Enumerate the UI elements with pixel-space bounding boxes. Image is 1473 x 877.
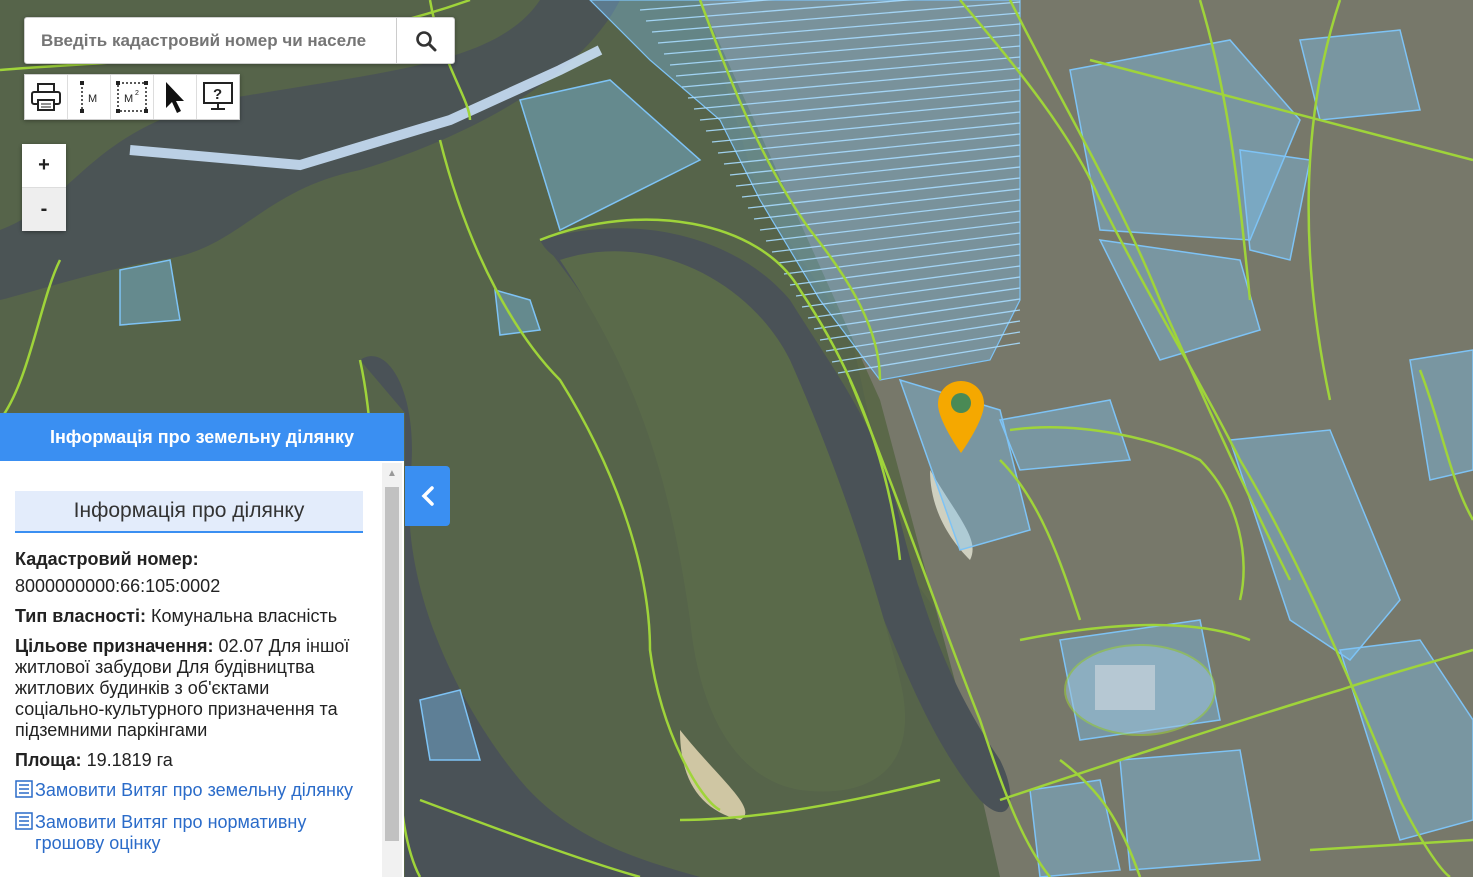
measure-area-sup: 2 bbox=[135, 90, 139, 97]
ruler-line-icon: М bbox=[80, 81, 97, 113]
ownership-value: Комунальна власність bbox=[151, 606, 338, 626]
collapse-panel-button[interactable] bbox=[405, 466, 450, 526]
link2-label: Замовити Витяг про нормативну грошову оц… bbox=[35, 812, 307, 853]
map-marker-icon[interactable] bbox=[936, 379, 986, 455]
cadastral-value: 8000000000:66:105:0002 bbox=[15, 576, 221, 596]
section-header: Інформація про ділянку bbox=[15, 491, 363, 533]
list-icon bbox=[15, 780, 33, 798]
search-bar bbox=[24, 17, 455, 64]
map-toolbar: М М2 ? bbox=[24, 74, 240, 120]
order-parcel-extract-link[interactable]: Замовити Витяг про земельну ділянку bbox=[15, 780, 363, 803]
search-input[interactable] bbox=[25, 18, 396, 63]
ruler-area-icon: М2 bbox=[116, 81, 148, 113]
scroll-thumb[interactable] bbox=[385, 487, 399, 841]
measure-distance-button[interactable]: М bbox=[68, 75, 111, 119]
select-tool-button[interactable] bbox=[154, 75, 197, 119]
scroll-up-icon[interactable]: ▲ bbox=[382, 463, 402, 483]
zoom-out-button[interactable]: - bbox=[22, 188, 66, 231]
search-button[interactable] bbox=[396, 18, 454, 63]
measure-area-label: М bbox=[124, 93, 133, 105]
chevron-left-icon bbox=[421, 486, 434, 506]
panel-body: Інформація про ділянку Кадастровий номер… bbox=[0, 461, 378, 877]
zoom-control: + - bbox=[22, 144, 66, 231]
pointer-icon bbox=[166, 82, 184, 113]
purpose-label: Цільове призначення: bbox=[15, 636, 214, 656]
area-value: 19.1819 га bbox=[86, 750, 173, 770]
list-icon bbox=[15, 812, 33, 830]
panel-title: Інформація про земельну ділянку bbox=[0, 413, 404, 461]
ownership-label: Тип власності: bbox=[15, 606, 146, 626]
search-icon bbox=[415, 30, 436, 51]
parcel-info-panel: Інформація про земельну ділянку Інформац… bbox=[0, 413, 404, 877]
order-valuation-extract-link[interactable]: Замовити Витяг про нормативну грошову оц… bbox=[15, 812, 363, 854]
parcel-details: Кадастровий номер: 8000000000:66:105:000… bbox=[0, 549, 378, 854]
measure-area-button[interactable]: М2 bbox=[111, 75, 154, 119]
zoom-in-button[interactable]: + bbox=[22, 144, 66, 188]
cadastral-label: Кадастровий номер: bbox=[15, 549, 199, 569]
help-button[interactable]: ? bbox=[197, 75, 239, 119]
link1-label: Замовити Витяг про земельну ділянку bbox=[35, 780, 354, 800]
measure-line-label: М bbox=[88, 93, 97, 105]
help-monitor-icon: ? bbox=[203, 82, 233, 110]
print-icon bbox=[31, 83, 61, 111]
help-label: ? bbox=[213, 86, 222, 103]
panel-scrollbar[interactable]: ▲ bbox=[382, 463, 402, 877]
area-label: Площа: bbox=[15, 750, 82, 770]
print-button[interactable] bbox=[25, 75, 68, 119]
